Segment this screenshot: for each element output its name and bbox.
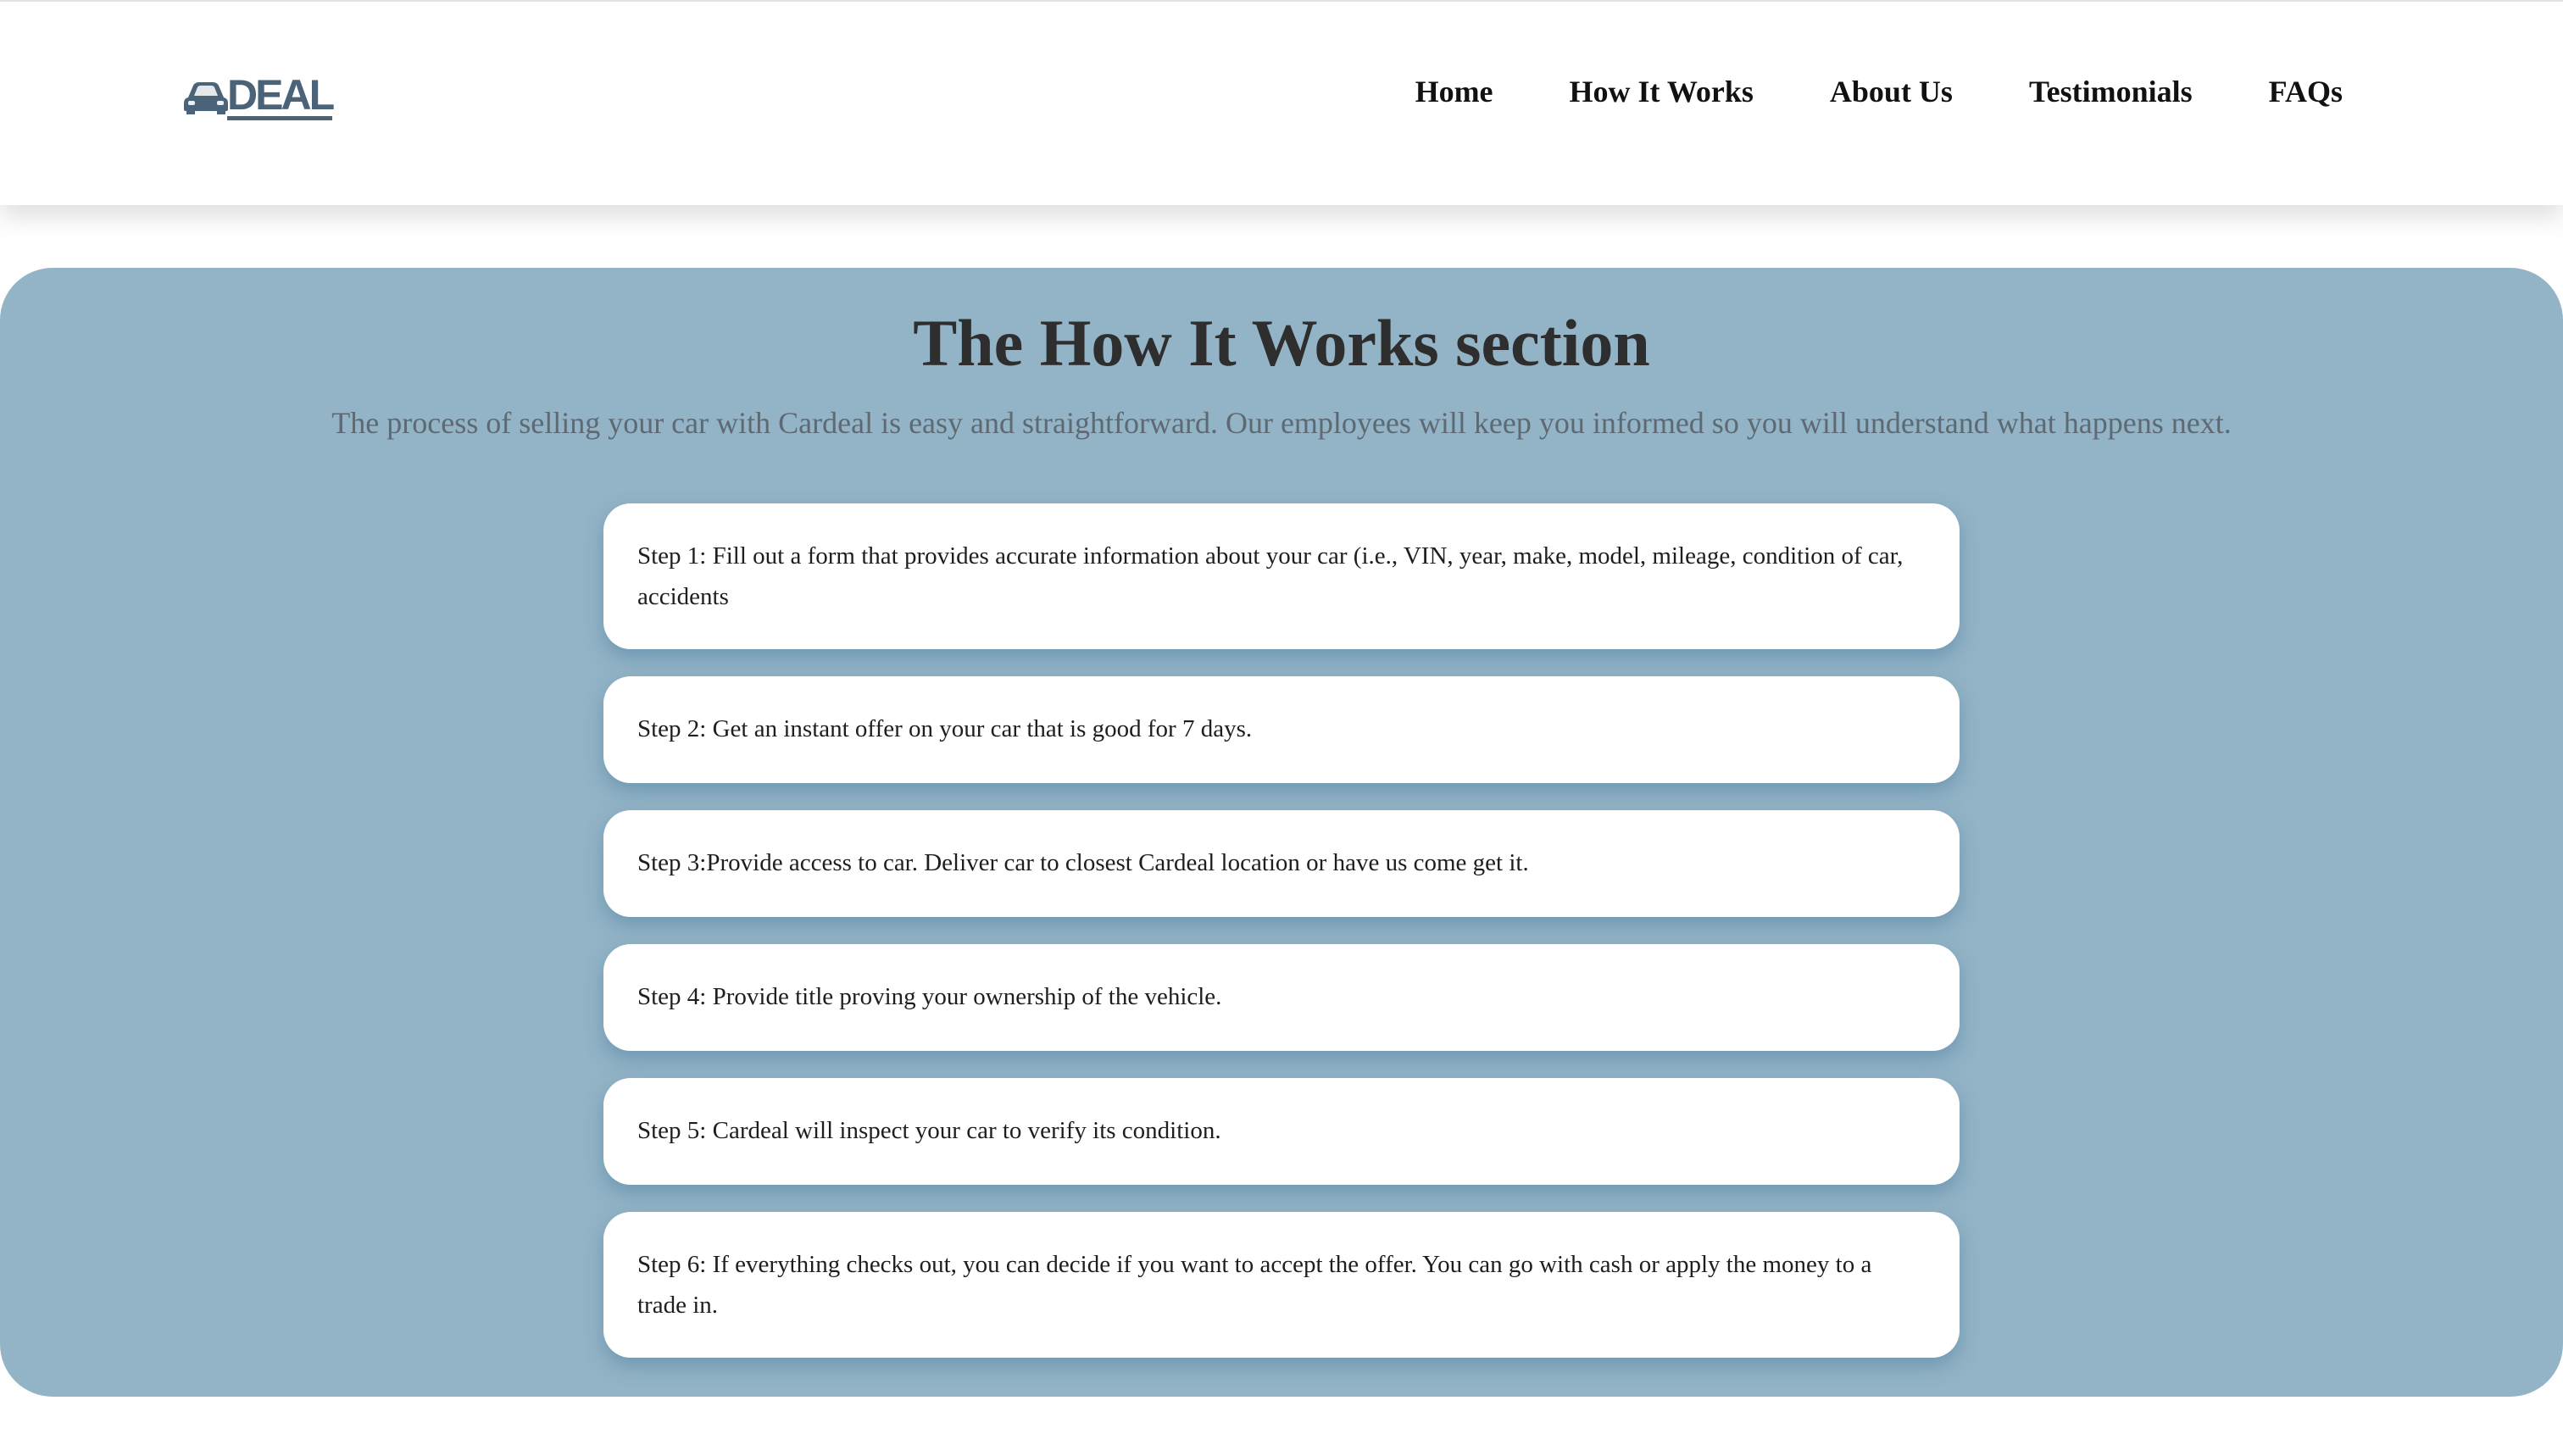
step-card-3: Step 3:Provide access to car. Deliver ca… xyxy=(603,810,1960,917)
step-card-2: Step 2: Get an instant offer on your car… xyxy=(603,676,1960,783)
main-nav: Home How It Works About Us Testimonials … xyxy=(1415,69,2343,114)
nav-faqs[interactable]: FAQs xyxy=(2269,69,2343,114)
nav-how-it-works[interactable]: How It Works xyxy=(1570,69,1754,114)
step-card-6: Step 6: If everything checks out, you ca… xyxy=(603,1212,1960,1358)
step-card-4: Step 4: Provide title proving your owner… xyxy=(603,944,1960,1051)
nav-home[interactable]: Home xyxy=(1415,69,1493,114)
site-header: DEAL Home How It Works About Us Testimon… xyxy=(0,0,2563,205)
how-it-works-section: The How It Works section The process of … xyxy=(0,268,2563,1397)
steps-list: Step 1: Fill out a form that provides ac… xyxy=(603,503,1960,1358)
nav-about-us[interactable]: About Us xyxy=(1830,69,1953,114)
car-icon xyxy=(184,82,228,114)
logo[interactable]: DEAL xyxy=(183,70,335,120)
step-card-5: Step 5: Cardeal will inspect your car to… xyxy=(603,1078,1960,1185)
section-title: The How It Works section xyxy=(913,306,1650,380)
step-card-1: Step 1: Fill out a form that provides ac… xyxy=(603,503,1960,649)
nav-testimonials[interactable]: Testimonials xyxy=(2029,69,2193,114)
section-subtitle: The process of selling your car with Car… xyxy=(331,406,2232,440)
logo-text: DEAL xyxy=(227,70,335,120)
